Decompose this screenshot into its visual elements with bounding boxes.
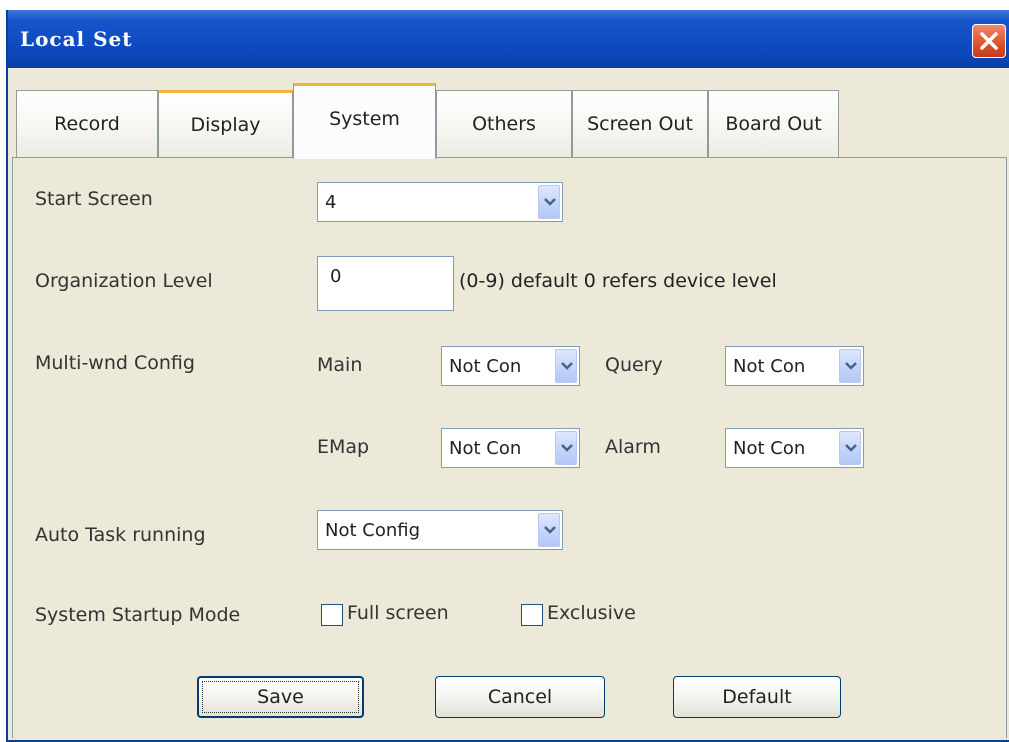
close-button[interactable] [972,24,1006,58]
exclusive-checkbox[interactable] [521,604,543,626]
startup-mode-label: System Startup Mode [35,604,241,626]
alarm-value: Not Con [733,438,806,459]
chevron-down-icon [544,198,556,206]
close-icon [980,32,998,50]
chevron-down-icon [845,362,857,370]
chevron-down-icon [845,444,857,452]
tab-label: System [329,107,400,130]
main-label: Main [317,354,363,376]
title-bar[interactable]: Local Set [8,10,1009,68]
cancel-button-label: Cancel [487,686,553,708]
default-button-label: Default [722,686,792,708]
organization-level-value: 0 [330,266,342,287]
auto-task-value: Not Config [325,520,421,541]
tab-label: Others [472,113,536,135]
emap-label: EMap [317,436,370,458]
auto-task-select[interactable]: Not Config [317,510,563,550]
cancel-button[interactable]: Cancel [435,676,605,718]
system-tab-panel: Start Screen 4 Organization Level 0 (0-9… [12,158,1007,738]
auto-task-label: Auto Task running [35,524,206,546]
dropdown-button[interactable] [839,431,861,465]
emap-select[interactable]: Not Con [441,428,580,468]
tab-label: Record [54,113,120,135]
emap-value: Not Con [449,438,522,459]
window-title: Local Set [20,27,133,51]
organization-level-input[interactable]: 0 [317,256,454,311]
tab-label: Board Out [725,113,822,135]
start-screen-label: Start Screen [35,188,153,210]
tab-label: Screen Out [587,113,693,135]
tab-board-out[interactable]: Board Out [708,90,839,157]
default-button[interactable]: Default [673,676,841,718]
chevron-down-icon [544,526,556,534]
dropdown-button[interactable] [538,513,560,547]
tab-others[interactable]: Others [436,90,572,157]
main-value: Not Con [449,356,522,377]
full-screen-label[interactable]: Full screen [347,602,449,624]
tab-label: Display [190,114,261,136]
tab-system[interactable]: System [293,83,436,159]
organization-level-label: Organization Level [35,270,213,292]
start-screen-value: 4 [325,192,337,213]
exclusive-label[interactable]: Exclusive [547,602,636,624]
tab-screen-out[interactable]: Screen Out [572,90,708,157]
query-label: Query [605,354,663,376]
save-button[interactable]: Save [197,676,364,718]
local-set-dialog: Local Set Record Display System Others S… [6,10,1009,742]
dropdown-button[interactable] [555,349,577,383]
dropdown-button[interactable] [555,431,577,465]
dropdown-button[interactable] [538,185,560,219]
query-select[interactable]: Not Con [725,346,864,386]
dropdown-button[interactable] [839,349,861,383]
chevron-down-icon [561,362,573,370]
main-select[interactable]: Not Con [441,346,580,386]
tab-record[interactable]: Record [16,90,158,157]
tab-display[interactable]: Display [158,90,293,157]
alarm-select[interactable]: Not Con [725,428,864,468]
full-screen-checkbox[interactable] [321,604,343,626]
start-screen-select[interactable]: 4 [317,182,563,222]
alarm-label: Alarm [605,436,661,458]
organization-level-hint: (0-9) default 0 refers device level [459,270,777,292]
multi-wnd-config-label: Multi-wnd Config [35,352,195,374]
chevron-down-icon [561,444,573,452]
focus-ring [202,681,359,713]
query-value: Not Con [733,356,806,377]
